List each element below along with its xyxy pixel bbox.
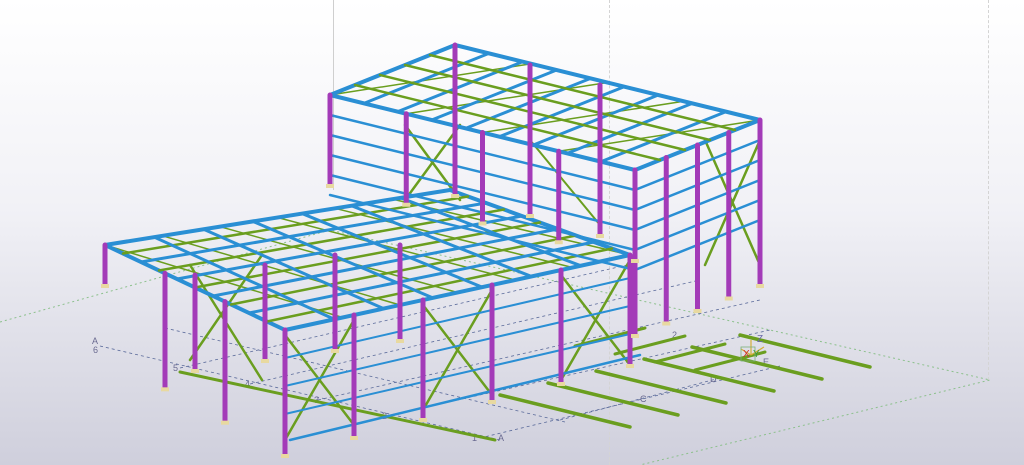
- base-plate: [631, 259, 639, 263]
- base-plate: [350, 436, 358, 440]
- base-plate: [419, 418, 427, 422]
- base-plate: [478, 221, 487, 226]
- base-plate: [261, 359, 269, 363]
- roof-rafter[interactable]: [531, 93, 660, 147]
- wall-brace[interactable]: [283, 318, 356, 442]
- ground-beam[interactable]: [288, 353, 642, 442]
- roof-purlin[interactable]: [353, 83, 662, 162]
- roof-edge-beam[interactable]: [453, 43, 762, 122]
- base-plate: [331, 349, 339, 353]
- base-plate: [221, 420, 229, 425]
- base-plate: [662, 321, 671, 326]
- roof-edge-beam[interactable]: [328, 43, 457, 97]
- roof-rafter[interactable]: [362, 51, 491, 105]
- base-plate: [554, 240, 563, 245]
- grid-label-row-c: C: [640, 394, 647, 404]
- roof-rafter[interactable]: [565, 101, 694, 155]
- axis-y-label: Y: [753, 349, 760, 360]
- base-plate: [281, 454, 289, 458]
- base-plate: [161, 387, 169, 392]
- roof-purlin[interactable]: [428, 53, 737, 132]
- base-plate: [326, 184, 334, 188]
- roof-rafter[interactable]: [396, 60, 525, 114]
- base-plate: [488, 400, 496, 404]
- base-plate: [724, 296, 733, 301]
- base-plate: [631, 334, 639, 338]
- grid-label-col-5: 5: [173, 363, 178, 373]
- roof-brace[interactable]: [329, 63, 532, 96]
- wall-brace[interactable]: [421, 288, 494, 412]
- base-plate: [693, 309, 702, 313]
- axis-z-label: Z: [757, 334, 763, 345]
- base-plate: [402, 202, 411, 207]
- roof-rafter[interactable]: [599, 110, 728, 164]
- base-plate: [191, 369, 199, 373]
- grid-label-row-a-front: A: [498, 433, 504, 443]
- roof-rafter[interactable]: [497, 85, 626, 139]
- model-viewport[interactable]: A 6 B 5 4 3 2 1 A C D E 2 Z X Y: [0, 0, 1024, 465]
- axis-x-label: X: [743, 349, 750, 360]
- base-plate: [396, 339, 404, 343]
- base-plate: [756, 284, 764, 288]
- base-plate: [451, 194, 459, 198]
- roof-purlin[interactable]: [403, 63, 712, 142]
- base-plate: [596, 234, 604, 238]
- base-plate: [526, 214, 534, 218]
- base-plate: [626, 364, 634, 368]
- roof-rafter[interactable]: [430, 68, 559, 122]
- roof-brace[interactable]: [405, 81, 609, 115]
- base-plate: [101, 284, 109, 288]
- roof-brace[interactable]: [481, 100, 685, 134]
- grid-label-row-6: 6: [93, 345, 98, 355]
- structure-3d-scene[interactable]: A 6 B 5 4 3 2 1 A C D E 2 Z X Y: [0, 0, 1024, 465]
- base-plate: [557, 382, 565, 386]
